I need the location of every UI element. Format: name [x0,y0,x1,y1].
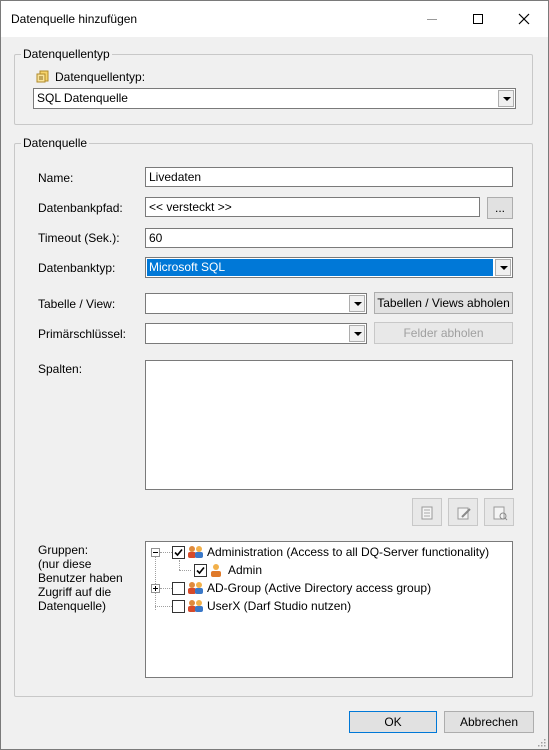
columns-label: Spalten: [38,362,83,376]
datasource-type-label: Datenquellentyp: [55,70,146,84]
table-select[interactable] [145,293,367,314]
primary-key-select[interactable] [145,323,367,344]
database-icon [36,70,49,83]
primary-key-label: Primärschlüssel: [38,327,127,341]
maximize-icon [473,14,483,24]
chevron-down-icon[interactable] [349,325,365,342]
dialog-window: Datenquelle hinzufügen Datenquellentyp D… [0,0,549,750]
fetch-tables-button[interactable]: Tabellen / Views abholen [374,292,513,314]
minimize-icon [427,19,437,20]
tree-item-administration[interactable]: Administration (Access to all DQ-Server … [146,543,512,561]
cancel-button[interactable]: Abbrechen [444,711,534,733]
fetch-fields-button[interactable]: Felder abholen [374,322,513,344]
close-button[interactable] [501,1,547,37]
name-input[interactable]: Livedaten [145,167,513,187]
checkbox-administration[interactable] [172,546,185,559]
document-icon [421,506,433,520]
name-label: Name: [38,171,74,185]
window-title: Datenquelle hinzufügen [11,12,138,26]
groups-label-line: Gruppen: [38,543,89,557]
checkbox-admin[interactable] [194,564,207,577]
tree-item-label: AD-Group (Active Directory access group) [207,581,432,595]
dbpath-label: Datenbankpfad: [38,201,123,215]
timeout-input[interactable]: 60 [145,228,513,248]
dbtype-value: Microsoft SQL [147,259,493,276]
user-group-icon [188,582,203,594]
groups-label-line: Benutzer haben [38,571,123,585]
timeout-label: Timeout (Sek.): [38,231,120,245]
user-group-icon [188,546,203,558]
groups-label-line: Datenquelle) [38,599,107,613]
datasource-type-value: SQL Datenquelle [37,91,128,105]
dbtype-select[interactable]: Microsoft SQL [145,257,513,278]
tree-item-label: Administration (Access to all DQ-Server … [207,545,490,559]
user-group-icon [188,600,203,612]
ok-button[interactable]: OK [349,711,437,733]
resize-grip-icon[interactable] [536,737,546,747]
tree-item-userx[interactable]: UserX (Darf Studio nutzen) [146,597,512,615]
checkbox-ad-group[interactable] [172,582,185,595]
collapse-icon[interactable] [151,548,160,557]
column-edit-button[interactable] [448,498,478,526]
datasource-type-select[interactable]: SQL Datenquelle [33,88,516,109]
groups-label-line: (nur diese [38,557,92,571]
table-value [147,295,347,312]
primary-key-value [147,325,347,342]
chevron-down-icon[interactable] [498,90,514,107]
group-datasource-type-legend: Datenquellentyp [23,47,110,61]
column-properties-button[interactable] [412,498,442,526]
tree-item-admin[interactable]: Admin [146,561,512,579]
close-icon [518,13,530,25]
group-datasource-type: Datenquellentyp [14,48,533,125]
browse-button[interactable]: ... [487,197,513,219]
tree-item-label: UserX (Darf Studio nutzen) [207,599,352,613]
dbpath-input[interactable]: << versteckt >> [145,197,480,217]
dbtype-label: Datenbanktyp: [38,261,116,275]
expand-icon[interactable] [151,584,160,593]
table-label: Tabelle / View: [38,297,116,311]
maximize-button[interactable] [455,1,501,37]
title-bar[interactable]: Datenquelle hinzufügen [1,1,548,37]
columns-listbox[interactable] [145,360,513,490]
groups-label-line: Zugriff auf die [38,585,112,599]
checkbox-userx[interactable] [172,600,185,613]
tree-item-label: Admin [228,563,263,577]
edit-icon [457,507,471,520]
chevron-down-icon[interactable] [495,259,511,276]
groups-label: Gruppen: (nur diese Benutzer haben Zugri… [38,543,123,613]
minimize-button[interactable] [409,1,455,37]
checkmark-icon [174,548,183,557]
group-datasource-legend: Datenquelle [23,136,88,150]
user-icon [211,564,221,577]
tree-item-ad-group[interactable]: AD-Group (Active Directory access group) [146,579,512,597]
groups-tree[interactable]: Administration (Access to all DQ-Server … [145,541,513,678]
column-view-button[interactable] [484,498,514,526]
chevron-down-icon[interactable] [349,295,365,312]
checkmark-icon [196,566,205,575]
document-search-icon [493,506,508,521]
